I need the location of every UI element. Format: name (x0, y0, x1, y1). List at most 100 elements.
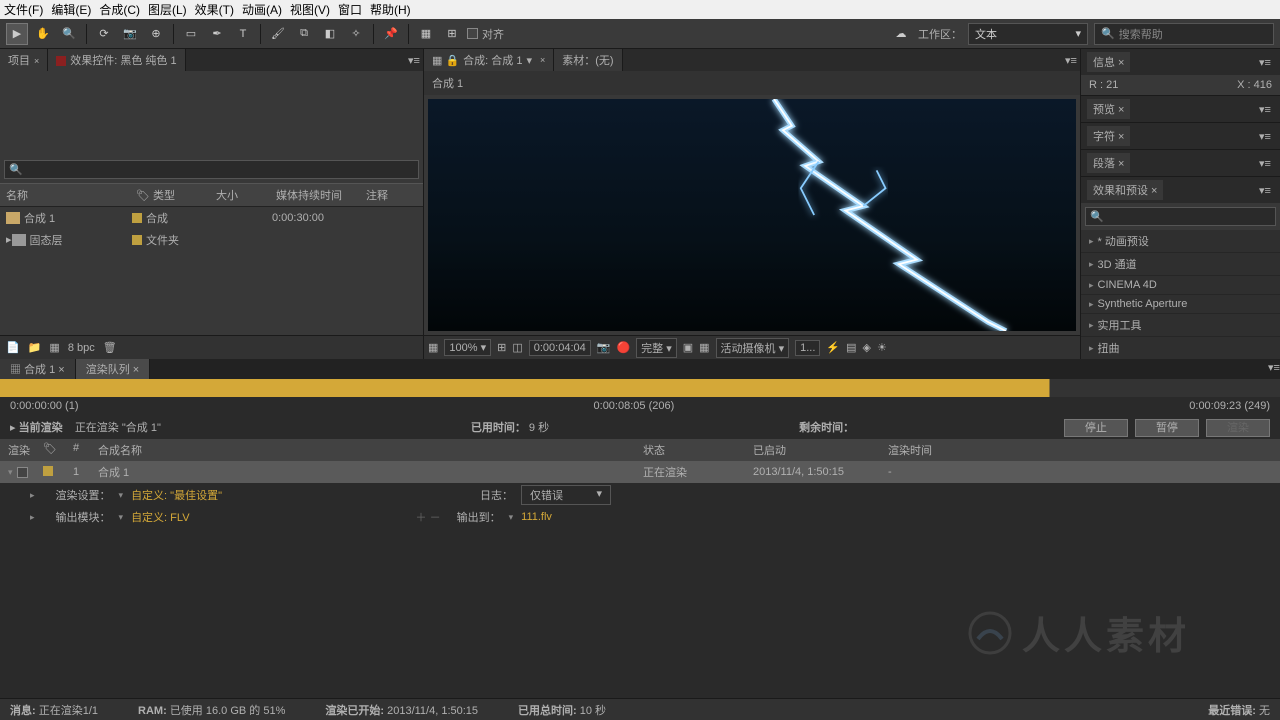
comp-footer: ▦ 100% ▾ ⊞ ◫ 0:00:04:04 📷 🔴 完整 ▾ ▣ ▦ 活动摄… (424, 335, 1080, 359)
roto-tool-icon[interactable]: ✧ (345, 23, 367, 45)
pause-button[interactable]: 暂停 (1135, 419, 1199, 437)
panel-menu-icon[interactable]: ▾≡ (1256, 184, 1274, 197)
effects-search-input[interactable]: 🔍 (1085, 207, 1276, 226)
menu-effect[interactable]: 效果(T) (195, 1, 234, 18)
search-icon: 🔍 (9, 163, 23, 176)
roi-icon[interactable]: ▣ (683, 341, 693, 354)
panel-menu-icon[interactable]: ▾≡ (1262, 359, 1280, 379)
tab-preview[interactable]: 预览 × (1087, 99, 1130, 119)
views-dropdown[interactable]: 1... (795, 340, 820, 356)
fast-preview-icon[interactable]: ⚡ (826, 341, 840, 354)
panel-menu-icon[interactable]: ▾≡ (1256, 103, 1274, 116)
comp-breadcrumb[interactable]: 合成 1 (424, 71, 1080, 95)
pan-behind-tool-icon[interactable]: ⊕ (145, 23, 167, 45)
tab-comp-viewer[interactable]: ▦ 🔒 合成: 合成 1 ▾× (424, 49, 554, 71)
render-queue-item[interactable]: ▾ 1 合成 1 正在渲染 2013/11/4, 1:50:15 - (0, 461, 1280, 483)
rect-tool-icon[interactable]: ▭ (180, 23, 202, 45)
tab-effect-controls[interactable]: 效果控件: 黑色 纯色 1 (48, 49, 185, 71)
align-checkbox[interactable] (467, 28, 478, 39)
menu-window[interactable]: 窗口 (338, 1, 362, 18)
tab-info[interactable]: 信息 × (1087, 52, 1130, 72)
puppet-tool-icon[interactable]: 📌 (380, 23, 402, 45)
trash-icon[interactable]: 🗑 (103, 341, 117, 354)
tab-effects-presets[interactable]: 效果和预设 × (1087, 180, 1163, 200)
menu-file[interactable]: 文件(F) (4, 1, 43, 18)
guides-icon[interactable]: ⊞ (497, 341, 506, 354)
render-progress-bar (0, 379, 1280, 397)
grid-toggle-icon[interactable]: ▦ (428, 341, 438, 354)
mask-icon[interactable]: ◫ (512, 341, 522, 354)
status-bar: 消息: 正在渲染1/1 RAM: 已使用 16.0 GB 的 51% 渲染已开始… (0, 698, 1280, 720)
tab-footage[interactable]: 素材：(无) (554, 49, 622, 71)
zoom-dropdown[interactable]: 100% ▾ (444, 339, 491, 356)
effects-category[interactable]: 实用工具 (1081, 314, 1280, 337)
rotate-tool-icon[interactable]: ⟳ (93, 23, 115, 45)
menu-view[interactable]: 视图(V) (290, 1, 330, 18)
channel-icon[interactable]: 🔴 (616, 341, 630, 354)
workspace-label: 工作区： (918, 26, 962, 42)
menu-help[interactable]: 帮助(H) (370, 1, 411, 18)
exposure-icon[interactable]: ☀ (877, 341, 887, 354)
transparency-icon[interactable]: ▦ (699, 341, 709, 354)
hand-tool-icon[interactable]: ✋ (32, 23, 54, 45)
project-item-comp[interactable]: 合成 1 合成 0:00:30:00 (0, 207, 423, 229)
new-folder-icon[interactable]: 📁 (28, 341, 42, 354)
render-status-row: ▸ 当前渲染 正在渲染 "合成 1" 已用时间： 9 秒 剩余时间： 停止 暂停… (0, 415, 1280, 439)
text-tool-icon[interactable]: T (232, 23, 254, 45)
zoom-tool-icon[interactable]: 🔍 (58, 23, 80, 45)
composition-panel: ▦ 🔒 合成: 合成 1 ▾× 素材：(无) ▾≡ 合成 1 ▦ 100% ▾ … (424, 49, 1081, 359)
bpc-button[interactable]: 8 bpc (68, 342, 95, 354)
new-comp-icon[interactable]: ▦ (49, 341, 59, 354)
menu-comp[interactable]: 合成(C) (99, 1, 140, 18)
effects-category[interactable]: 扭曲 (1081, 337, 1280, 360)
brush-tool-icon[interactable]: 🖌 (267, 23, 289, 45)
help-search-input[interactable]: 🔍 搜索帮助 (1094, 23, 1274, 45)
interpret-icon[interactable]: 📄 (6, 341, 20, 354)
project-item-solids[interactable]: ▸ 固态层 文件夹 (0, 229, 423, 251)
panel-menu-icon[interactable]: ▾≡ (1256, 130, 1274, 143)
output-module-link[interactable]: 自定义: FLV (131, 509, 189, 525)
clone-tool-icon[interactable]: ⧉ (293, 23, 315, 45)
camera-dropdown[interactable]: 活动摄像机 ▾ (716, 338, 790, 358)
tab-render-queue[interactable]: 渲染队列 × (76, 359, 150, 379)
render-settings-link[interactable]: 自定义: "最佳设置" (131, 487, 222, 503)
lightning-preview (720, 99, 1060, 331)
resolution-dropdown[interactable]: 完整 ▾ (636, 338, 677, 358)
composition-viewer[interactable] (428, 99, 1076, 331)
tab-project[interactable]: 项目× (0, 49, 48, 71)
sync-icon[interactable]: ☁ (890, 23, 912, 45)
menu-edit[interactable]: 编辑(E) (51, 1, 91, 18)
menu-bar: 文件(F) 编辑(E) 合成(C) 图层(L) 效果(T) 动画(A) 视图(V… (0, 0, 1280, 19)
grid-icon[interactable]: ▦ (415, 23, 437, 45)
folder-icon (12, 234, 26, 246)
eraser-tool-icon[interactable]: ◧ (319, 23, 341, 45)
snapshot-icon[interactable]: 📷 (597, 341, 611, 354)
panel-menu-icon[interactable]: ▾≡ (1256, 157, 1274, 170)
flowchart-icon[interactable]: ◈ (863, 341, 871, 354)
tab-character[interactable]: 字符 × (1087, 126, 1130, 146)
effects-category[interactable]: 3D 通道 (1081, 253, 1280, 276)
output-module-row: ▸ 输出模块： ▾ 自定义: FLV ＋ － 输出到： ▾ 111.flv (0, 507, 1280, 527)
panel-menu-icon[interactable]: ▾≡ (1256, 56, 1274, 69)
workspace-dropdown[interactable]: 文本▾ (968, 23, 1088, 45)
snap-icon[interactable]: ⊞ (441, 23, 463, 45)
tab-timeline-comp[interactable]: ▦ 合成 1 × (0, 359, 76, 379)
menu-layer[interactable]: 图层(L) (148, 1, 187, 18)
log-dropdown[interactable]: 仅错误▾ (521, 485, 611, 505)
pen-tool-icon[interactable]: ✒ (206, 23, 228, 45)
selection-tool-icon[interactable]: ▶ (6, 23, 28, 45)
camera-tool-icon[interactable]: 📷 (119, 23, 141, 45)
stop-button[interactable]: 停止 (1064, 419, 1128, 437)
output-path-link[interactable]: 111.flv (521, 511, 552, 523)
timeline-icon[interactable]: ▤ (846, 341, 856, 354)
tab-paragraph[interactable]: 段落 × (1087, 153, 1130, 173)
menu-anim[interactable]: 动画(A) (242, 1, 282, 18)
current-time[interactable]: 0:00:04:04 (529, 340, 591, 356)
project-search-input[interactable]: 🔍 (4, 160, 419, 179)
effects-category[interactable]: CINEMA 4D (1081, 276, 1280, 295)
panel-menu-icon[interactable]: ▾≡ (1062, 54, 1080, 67)
effects-category[interactable]: * 动画预设 (1081, 230, 1280, 253)
panel-menu-icon[interactable]: ▾≡ (405, 54, 423, 67)
effects-category[interactable]: Synthetic Aperture (1081, 295, 1280, 314)
toolbar: ▶ ✋ 🔍 ⟳ 📷 ⊕ ▭ ✒ T 🖌 ⧉ ◧ ✧ 📌 ▦ ⊞ 对齐 ☁ 工作区… (0, 19, 1280, 49)
